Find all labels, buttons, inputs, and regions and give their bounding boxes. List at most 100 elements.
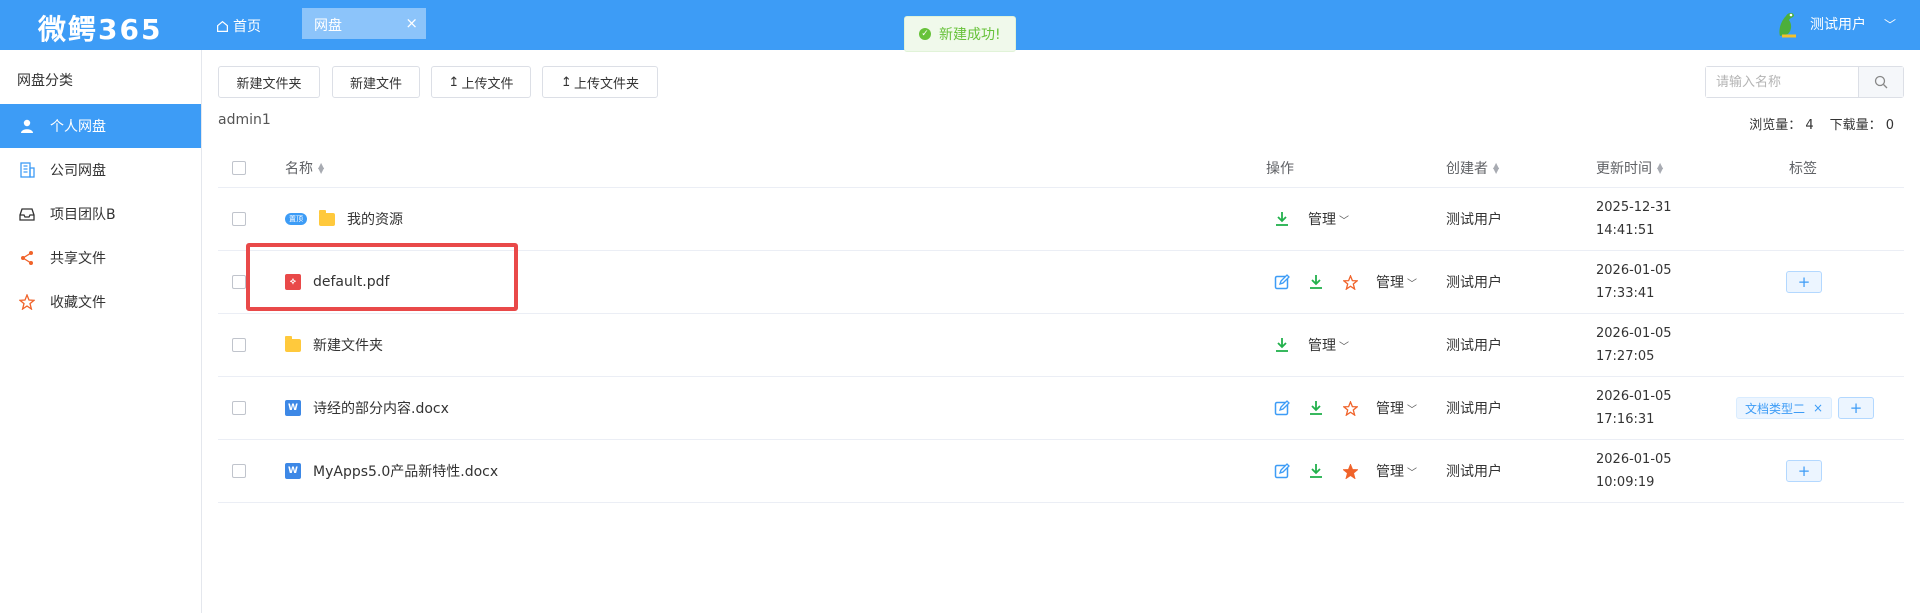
current-path: admin1 bbox=[218, 112, 271, 128]
sidebar-item-shared[interactable]: 共享文件 bbox=[0, 236, 201, 280]
tab-netdisk-label: 网盘 bbox=[314, 18, 342, 34]
tags-column-header: 标签 bbox=[1789, 160, 1817, 177]
chevron-down-icon: ﹀ bbox=[1407, 467, 1417, 479]
table-row[interactable]: 置顶 我的资源 管理 ﹀ 测试用户 2025-12-31 14:41:51 bbox=[218, 188, 1904, 251]
time: 10:09:19 bbox=[1596, 475, 1655, 490]
download-icon[interactable] bbox=[1274, 337, 1290, 353]
search-input[interactable] bbox=[1706, 67, 1858, 97]
creator: 测试用户 bbox=[1446, 212, 1502, 228]
manage-dropdown[interactable]: 管理 ﹀ bbox=[1376, 461, 1417, 481]
home-icon bbox=[217, 20, 228, 32]
sort-icon: ▲ ▼ bbox=[318, 160, 325, 175]
favorite-star-filled-icon[interactable] bbox=[1342, 463, 1358, 479]
file-name[interactable]: 诗经的部分内容.docx bbox=[313, 398, 449, 418]
close-icon[interactable]: × bbox=[405, 14, 418, 32]
download-icon[interactable] bbox=[1274, 211, 1290, 227]
star-icon bbox=[18, 293, 36, 311]
upload-folder-label: 上传文件夹 bbox=[573, 76, 639, 92]
file-table: 名称 ▲ ▼ 操作 创建者 ▲ ▼ 更新时间 ▲ ▼ 标签 置顶 我的资源 管理 ﹀ 测… bbox=[218, 148, 1904, 503]
table-row[interactable]: ⟡ default.pdf 管理 ﹀ 测试用户 2026-01-05 17:33:… bbox=[218, 251, 1904, 314]
row-checkbox[interactable] bbox=[232, 401, 246, 415]
sidebar-item-favorites[interactable]: 收藏文件 bbox=[0, 280, 201, 324]
add-tag-button[interactable]: + bbox=[1838, 397, 1875, 419]
upload-icon: ↥ bbox=[448, 74, 460, 90]
edit-icon[interactable] bbox=[1274, 463, 1290, 479]
edit-icon[interactable] bbox=[1274, 400, 1290, 416]
sidebar-item-company[interactable]: 公司网盘 bbox=[0, 148, 201, 192]
search-button[interactable] bbox=[1858, 67, 1903, 97]
stats: 浏览量： 4 下载量： 0 bbox=[1749, 114, 1894, 133]
tag-chip[interactable]: 文档类型二 × bbox=[1736, 397, 1833, 419]
new-file-button[interactable]: 新建文件 bbox=[332, 66, 420, 98]
word-doc-icon: W bbox=[285, 400, 301, 416]
upload-folder-button[interactable]: ↥ 上传文件夹 bbox=[542, 66, 658, 98]
upload-file-button[interactable]: ↥ 上传文件 bbox=[431, 66, 531, 98]
updated-time: 2026-01-05 10:09:19 bbox=[1596, 440, 1672, 502]
manage-dropdown[interactable]: 管理 ﹀ bbox=[1308, 335, 1349, 355]
manage-dropdown[interactable]: 管理 ﹀ bbox=[1308, 209, 1349, 229]
table-row[interactable]: 新建文件夹 管理 ﹀ 测试用户 2026-01-05 17:27:05 bbox=[218, 314, 1904, 377]
column-label: 名称 bbox=[285, 160, 313, 177]
file-name[interactable]: default.pdf bbox=[313, 274, 389, 290]
updated-time: 2025-12-31 14:41:51 bbox=[1596, 188, 1672, 250]
table-row[interactable]: W 诗经的部分内容.docx 管理 ﹀ 测试用户 2026-01-05 17:16… bbox=[218, 377, 1904, 440]
download-icon[interactable] bbox=[1308, 463, 1324, 479]
edit-icon[interactable] bbox=[1274, 274, 1290, 290]
close-icon[interactable]: × bbox=[1813, 401, 1823, 415]
sidebar-item-label: 共享文件 bbox=[50, 251, 106, 267]
file-name[interactable]: 新建文件夹 bbox=[313, 335, 383, 355]
add-tag-button[interactable]: + bbox=[1786, 271, 1822, 293]
chevron-down-icon: ﹀ bbox=[1339, 341, 1349, 353]
user-name: 测试用户 bbox=[1809, 17, 1866, 33]
file-name[interactable]: 我的资源 bbox=[347, 209, 403, 229]
sidebar-item-personal[interactable]: 个人网盘 bbox=[0, 104, 201, 148]
favorite-star-icon[interactable] bbox=[1342, 400, 1358, 416]
updated-time: 2026-01-05 17:27:05 bbox=[1596, 314, 1672, 376]
row-checkbox[interactable] bbox=[232, 338, 246, 352]
manage-label: 管理 bbox=[1308, 338, 1336, 354]
sidebar-item-label: 公司网盘 bbox=[50, 163, 106, 179]
download-icon[interactable] bbox=[1308, 274, 1324, 290]
manage-dropdown[interactable]: 管理 ﹀ bbox=[1376, 272, 1417, 292]
time: 17:33:41 bbox=[1596, 286, 1655, 301]
file-name[interactable]: MyApps5.0产品新特性.docx bbox=[313, 461, 498, 481]
building-icon bbox=[18, 161, 36, 179]
updated-time: 2026-01-05 17:16:31 bbox=[1596, 377, 1672, 439]
home-tab-label: 首页 bbox=[233, 19, 261, 35]
favorite-star-icon[interactable] bbox=[1342, 274, 1358, 290]
row-checkbox[interactable] bbox=[232, 212, 246, 226]
new-folder-button[interactable]: 新建文件夹 bbox=[218, 66, 320, 98]
share-icon bbox=[18, 249, 36, 267]
time: 14:41:51 bbox=[1596, 223, 1655, 238]
updated-time: 2026-01-05 17:33:41 bbox=[1596, 251, 1672, 313]
date: 2026-01-05 bbox=[1596, 326, 1672, 341]
row-checkbox[interactable] bbox=[232, 275, 246, 289]
sidebar-item-team[interactable]: 项目团队B bbox=[0, 192, 201, 236]
updated-column-header[interactable]: 更新时间 ▲ ▼ bbox=[1596, 148, 1663, 187]
add-tag-button[interactable]: + bbox=[1786, 460, 1822, 482]
select-all-checkbox[interactable] bbox=[232, 160, 246, 175]
upload-file-label: 上传文件 bbox=[461, 76, 514, 92]
download-count: 下载量： 0 bbox=[1829, 118, 1894, 133]
chevron-down-icon: ﹀ bbox=[1407, 278, 1417, 290]
manage-dropdown[interactable]: 管理 ﹀ bbox=[1376, 398, 1417, 418]
tab-netdisk[interactable]: 网盘 × bbox=[302, 8, 426, 39]
table-row[interactable]: W MyApps5.0产品新特性.docx 管理 ﹀ 测试用户 2026-01-0… bbox=[218, 440, 1904, 503]
manage-label: 管理 bbox=[1376, 464, 1404, 480]
date: 2026-01-05 bbox=[1596, 452, 1672, 467]
time: 17:27:05 bbox=[1596, 349, 1655, 364]
creator: 测试用户 bbox=[1446, 338, 1502, 354]
home-tab[interactable]: 首页 bbox=[216, 16, 261, 36]
search-icon bbox=[1874, 75, 1888, 89]
name-column-header[interactable]: 名称 ▲ ▼ bbox=[285, 148, 324, 187]
user-menu[interactable]: 测试用户 ﹀ bbox=[1774, 10, 1896, 38]
download-icon[interactable] bbox=[1308, 400, 1324, 416]
creator: 测试用户 bbox=[1446, 401, 1502, 417]
column-label: 更新时间 bbox=[1596, 160, 1652, 177]
sidebar-item-label: 个人网盘 bbox=[50, 119, 106, 135]
row-checkbox[interactable] bbox=[232, 464, 246, 478]
chevron-down-icon: ﹀ bbox=[1883, 17, 1896, 32]
date: 2025-12-31 bbox=[1596, 200, 1672, 215]
manage-label: 管理 bbox=[1376, 401, 1404, 417]
creator-column-header[interactable]: 创建者 ▲ ▼ bbox=[1446, 148, 1499, 187]
